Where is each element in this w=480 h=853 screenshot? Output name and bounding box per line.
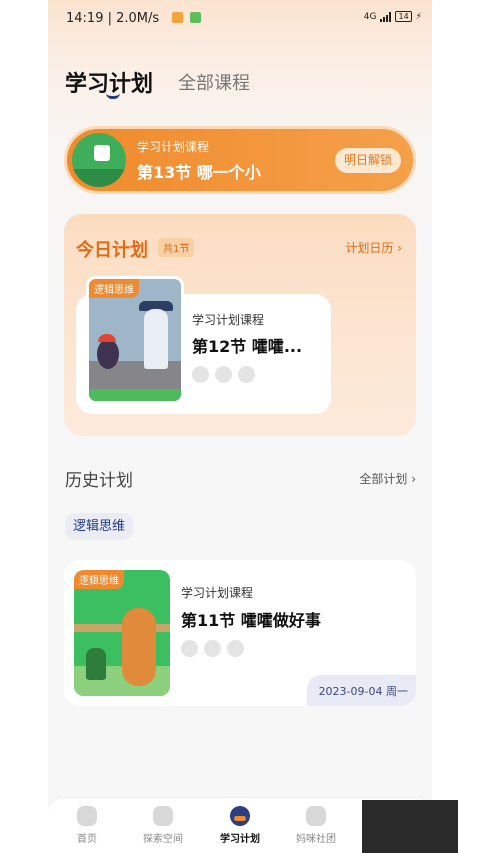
today-card-subtitle: 学习计划课程 [192, 313, 265, 327]
banner-title: 第13节 哪一个小 [137, 163, 261, 182]
nav-home[interactable]: 首页 [52, 806, 122, 845]
system-overlay [362, 800, 458, 853]
history-card-title: 第11节 嚯嚯做好事 [181, 611, 321, 630]
nav-explore[interactable]: 探索空间 [128, 806, 198, 845]
all-plans-link[interactable]: 全部计划 › [359, 470, 416, 487]
signal-icon [380, 11, 392, 22]
bulb-icon [181, 640, 198, 657]
wechat-icon [190, 12, 201, 23]
progress-bulbs [192, 366, 255, 383]
history-card-subtitle: 学习计划课程 [181, 586, 254, 600]
charging-icon: ⚡ [415, 11, 422, 22]
filter-chip-logic[interactable]: 逻辑思维 [65, 513, 134, 540]
next-lesson-banner[interactable]: 学习计划课程 第13节 哪一个小 明日解锁 [64, 126, 416, 194]
history-plan-title: 历史计划 [65, 471, 133, 491]
explore-icon [153, 806, 173, 826]
bulb-icon [215, 366, 232, 383]
status-bar: 14:19 | 2.0M/s 4G 14 ⚡ [48, 0, 432, 36]
study-plan-icon [230, 806, 250, 826]
bulb-icon [204, 640, 221, 657]
category-tag: 逻辑思维 [89, 279, 139, 298]
lesson-count-badge: 共1节 [158, 238, 195, 257]
today-lesson-thumbnail[interactable]: 逻辑思维 [86, 276, 184, 404]
banner-thumbnail [72, 133, 126, 187]
today-card-title: 第12节 嚯嚯... [192, 337, 303, 356]
community-icon [306, 806, 326, 826]
battery-icon: 14 [395, 11, 412, 22]
history-lesson-card[interactable]: 逻辑思维 学习计划课程 第11节 嚯嚯做好事 2023-09-04 周一 [64, 560, 416, 706]
bulb-icon [192, 366, 209, 383]
banner-subtitle: 学习计划课程 [137, 140, 210, 154]
progress-bulbs [181, 640, 244, 657]
plan-calendar-link[interactable]: 计划日历 › [345, 239, 402, 256]
today-plan-title: 今日计划 [76, 240, 148, 261]
status-time: 14:19 | 2.0M/s [66, 11, 160, 26]
nav-study-plan[interactable]: 学习计划 [205, 806, 275, 845]
unlock-tomorrow-button[interactable]: 明日解锁 [334, 148, 401, 173]
tab-all-courses[interactable]: 全部课程 [178, 69, 250, 95]
lesson-date-badge: 2023-09-04 周一 [306, 675, 416, 706]
tab-indicator [106, 93, 120, 99]
notification-icon [172, 12, 183, 23]
bulb-icon [227, 640, 244, 657]
network-label: 4G [363, 11, 377, 22]
nav-community[interactable]: 妈咪社团 [281, 806, 351, 845]
status-right: 4G 14 ⚡ [364, 11, 422, 22]
today-plan-panel: 今日计划 共1节 计划日历 › 学习计划课程 第12节 嚯嚯... 逻辑思维 [64, 214, 416, 436]
home-icon [77, 806, 97, 826]
app-screen: 14:19 | 2.0M/s 4G 14 ⚡ 学习计划 全部课程 学习计划课程 … [48, 0, 432, 853]
history-lesson-thumbnail: 逻辑思维 [74, 570, 170, 696]
bulb-icon [238, 366, 255, 383]
category-tag: 逻辑思维 [74, 570, 124, 589]
